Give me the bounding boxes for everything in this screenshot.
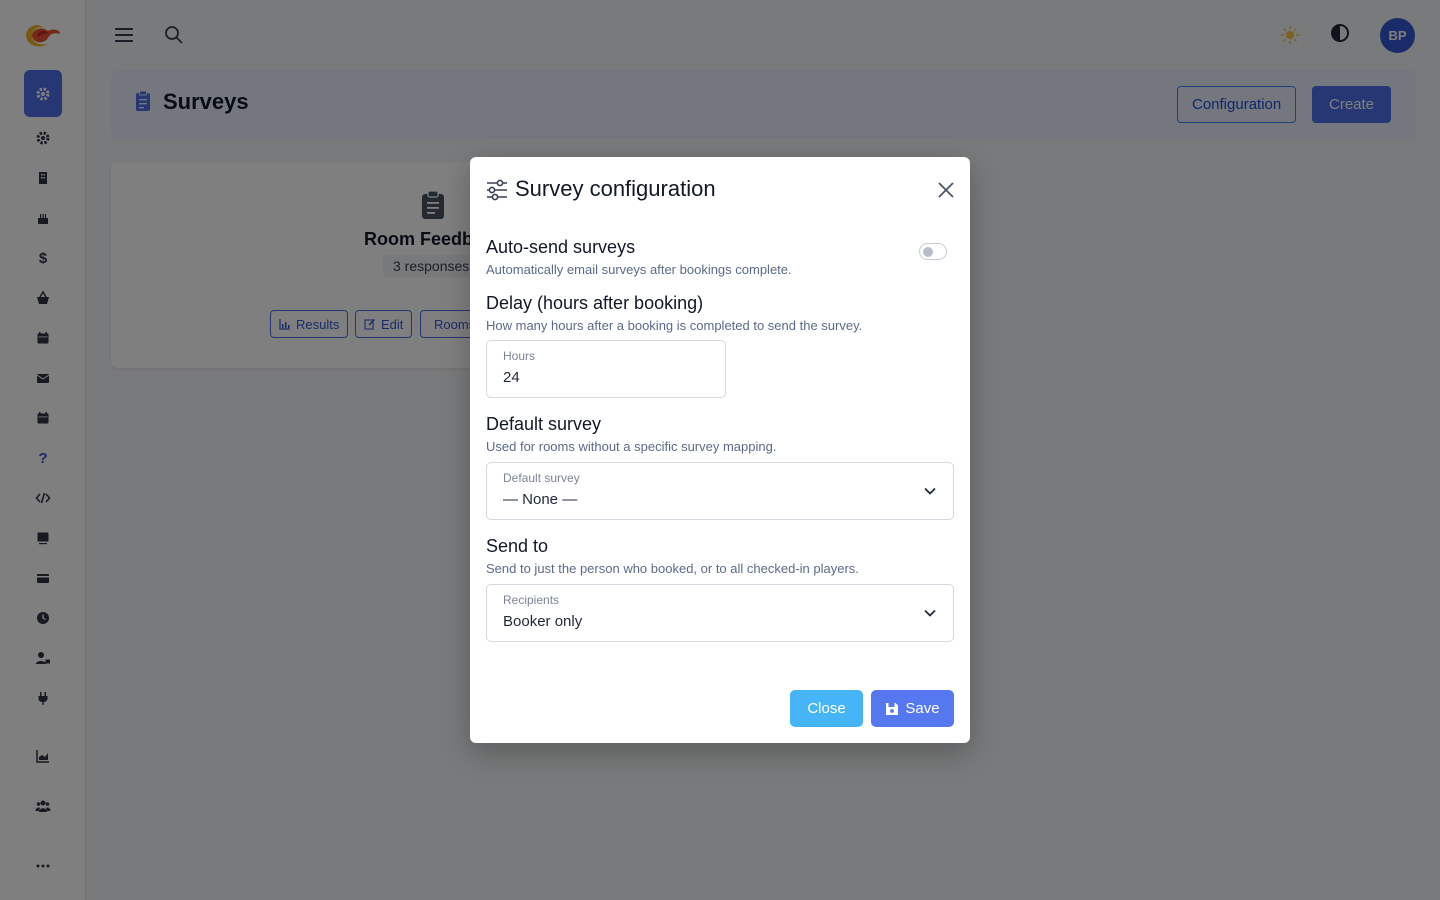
recipients-select-value: Booker only <box>503 613 583 630</box>
toggle-knob <box>923 247 933 257</box>
chevron-down-icon <box>923 606 937 625</box>
auto-send-help: Automatically email surveys after bookin… <box>486 262 792 277</box>
survey-configuration-modal: Survey configuration Auto-send surveys A… <box>470 157 970 743</box>
chevron-down-icon <box>923 484 937 503</box>
default-survey-select[interactable]: Default survey — None — <box>486 462 954 520</box>
floppy-disk-icon <box>886 702 899 715</box>
default-survey-select-value: — None — <box>503 491 578 508</box>
auto-send-title: Auto-send surveys <box>486 237 636 257</box>
save-button[interactable]: Save <box>871 690 954 727</box>
hours-field[interactable]: Hours 24 <box>486 340 726 398</box>
delay-help: How many hours after a booking is comple… <box>486 318 863 333</box>
close-button[interactable]: Close <box>790 690 863 727</box>
default-survey-help: Used for rooms without a specific survey… <box>486 439 777 454</box>
close-button-label: Close <box>807 700 846 717</box>
delay-title: Delay (hours after booking) <box>486 293 704 313</box>
auto-send-toggle[interactable] <box>919 243 947 260</box>
send-to-help: Send to just the person who booked, or t… <box>486 561 859 576</box>
sliders-icon <box>486 179 508 206</box>
save-button-label: Save <box>905 700 940 717</box>
close-icon[interactable] <box>936 180 956 200</box>
modal-title: Survey configuration <box>515 176 716 201</box>
hours-field-value[interactable]: 24 <box>503 369 520 386</box>
send-to-title: Send to <box>486 536 549 556</box>
default-survey-select-label: Default survey <box>503 471 580 485</box>
default-survey-title: Default survey <box>486 414 602 434</box>
hours-field-label: Hours <box>503 349 536 363</box>
recipients-select-label: Recipients <box>503 593 560 607</box>
recipients-select[interactable]: Recipients Booker only <box>486 584 954 642</box>
